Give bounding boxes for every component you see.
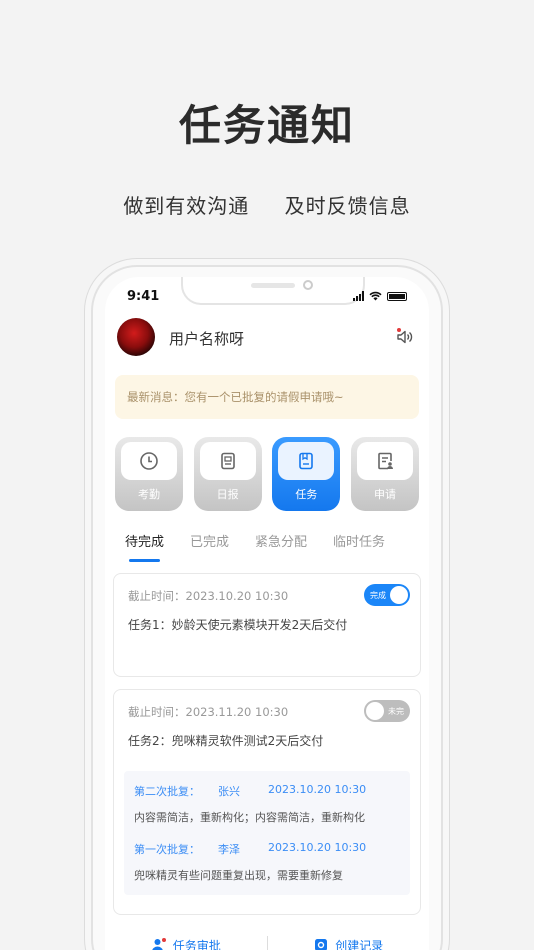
approval-person: 张兴 [218,785,240,798]
speaker-grill [251,283,295,288]
task-title: 任务1：妙龄天使元素模块开发2天后交付 [128,618,348,632]
deadline-label: 截止时间： [128,589,186,603]
approval-entry: 第一次批复： 李泽 2023.10.20 10:30 兜咪精灵有些问题重复出现，… [134,841,400,883]
approval-time: 2023.10.20 10:30 [268,841,367,854]
approval-stage: 第一次批复： [134,843,200,856]
tab-urgent[interactable]: 紧急分配 [255,531,307,561]
menu-grid: 考勤 日报 任务 申请 [105,437,429,511]
approval-comment: 内容需简洁，重新构化；内容需简洁，重新构化 [134,811,365,824]
menu-item-label: 申请 [373,488,396,501]
approval-header: 第二次批复： 张兴 2023.10.20 10:30 [134,783,400,799]
menu-item-icon-box [199,442,256,480]
status-time: 9:41 [127,289,160,304]
task-card-2[interactable]: 截止时间：2023.11.20 10:30 任务2：兜咪精灵软件测试2天后交付 … [113,689,421,915]
task-icon [299,452,314,470]
avatar[interactable] [117,318,155,356]
create-record-button[interactable]: 创建记录 [268,925,430,950]
create-record-label: 创建记录 [335,938,384,950]
menu-item-icon-box [278,442,335,480]
menu-item-icon-box [121,442,177,480]
side-button-right [444,420,448,492]
menu-item-icon-box [356,442,413,480]
apply-icon [378,452,393,470]
tab-temporary[interactable]: 临时任务 [333,531,385,561]
tab-pending[interactable]: 待完成 [125,531,164,562]
approval-stage: 第二次批复： [134,785,200,798]
menu-item-attendance[interactable]: 考勤 [115,437,183,511]
toggle-knob [366,702,384,720]
toggle-label: 未完 [388,706,404,716]
menu-item-label: 考勤 [138,488,160,501]
hero-title: 任务通知 [178,101,355,150]
menu-item-daily-report[interactable]: 日报 [193,437,262,511]
notice-banner[interactable]: 最新消息：您有一个已批复的请假申请哦~ [115,375,419,419]
approval-time: 2023.10.20 10:30 [268,783,367,796]
signal-icon [353,291,364,301]
report-icon [220,452,235,470]
task-status-toggle[interactable]: 完成 [364,584,410,606]
status-icons [353,291,407,301]
record-icon [315,939,328,950]
deadline-value: 2023.10.20 10:30 [185,589,289,603]
approval-header: 第一次批复： 李泽 2023.10.20 10:30 [134,841,400,857]
deadline-value: 2023.11.20 10:30 [185,705,289,719]
side-button-left-1 [86,352,90,382]
clock-icon [140,452,158,470]
toggle-label: 完成 [370,590,386,600]
speaker-icon[interactable] [395,327,415,347]
side-button-left-3 [86,462,90,510]
deadline-label: 截止时间： [128,705,186,719]
hero-subtitle-left: 做到有效沟通 [123,194,250,218]
phone-screen: 9:41 用户名称呀 最新消息：您有一个已批复的请假申请哦~ 考勤 日报 任务 … [105,277,429,950]
user-bar: 用户名称呀 [105,313,429,363]
username: 用户名称呀 [169,330,245,348]
menu-item-task[interactable]: 任务 [272,437,341,511]
wifi-icon [369,291,382,301]
side-button-left-2 [86,404,90,452]
notch [181,277,365,305]
approval-entry: 第二次批复： 张兴 2023.10.20 10:30 内容需简洁，重新构化；内容… [134,783,400,825]
hero-subtitle: 做到有效沟通 及时反馈信息 [0,190,534,219]
front-camera [303,280,313,290]
task-approval-button[interactable]: 任务审批 [105,925,267,950]
menu-item-apply[interactable]: 申请 [350,437,419,511]
task-status-toggle[interactable]: 未完 [364,700,410,722]
user-approve-icon [152,938,166,950]
battery-icon [387,291,407,301]
hero-subtitle-right: 及时反馈信息 [284,194,411,218]
task-card-1[interactable]: 截止时间：2023.10.20 10:30 任务1：妙龄天使元素模块开发2天后交… [113,573,421,677]
approval-person: 李泽 [218,843,240,856]
task-title: 任务2：兜咪精灵软件测试2天后交付 [128,734,324,748]
approval-history: 第二次批复： 张兴 2023.10.20 10:30 内容需简洁，重新构化；内容… [124,771,410,895]
toggle-knob [390,586,408,604]
task-approval-label: 任务审批 [172,938,221,950]
approval-comment: 兜咪精灵有些问题重复出现，需要重新修复 [134,869,343,882]
bottom-action-bar: 任务审批 创建记录 [105,925,429,950]
status-bar: 9:41 [105,277,429,313]
menu-item-label: 日报 [216,488,239,501]
tab-completed[interactable]: 已完成 [190,531,229,561]
phone-frame: 9:41 用户名称呀 最新消息：您有一个已批复的请假申请哦~ 考勤 日报 任务 … [91,265,443,950]
task-tabs: 待完成 已完成 紧急分配 临时任务 [105,531,429,562]
menu-item-label: 任务 [295,488,318,501]
